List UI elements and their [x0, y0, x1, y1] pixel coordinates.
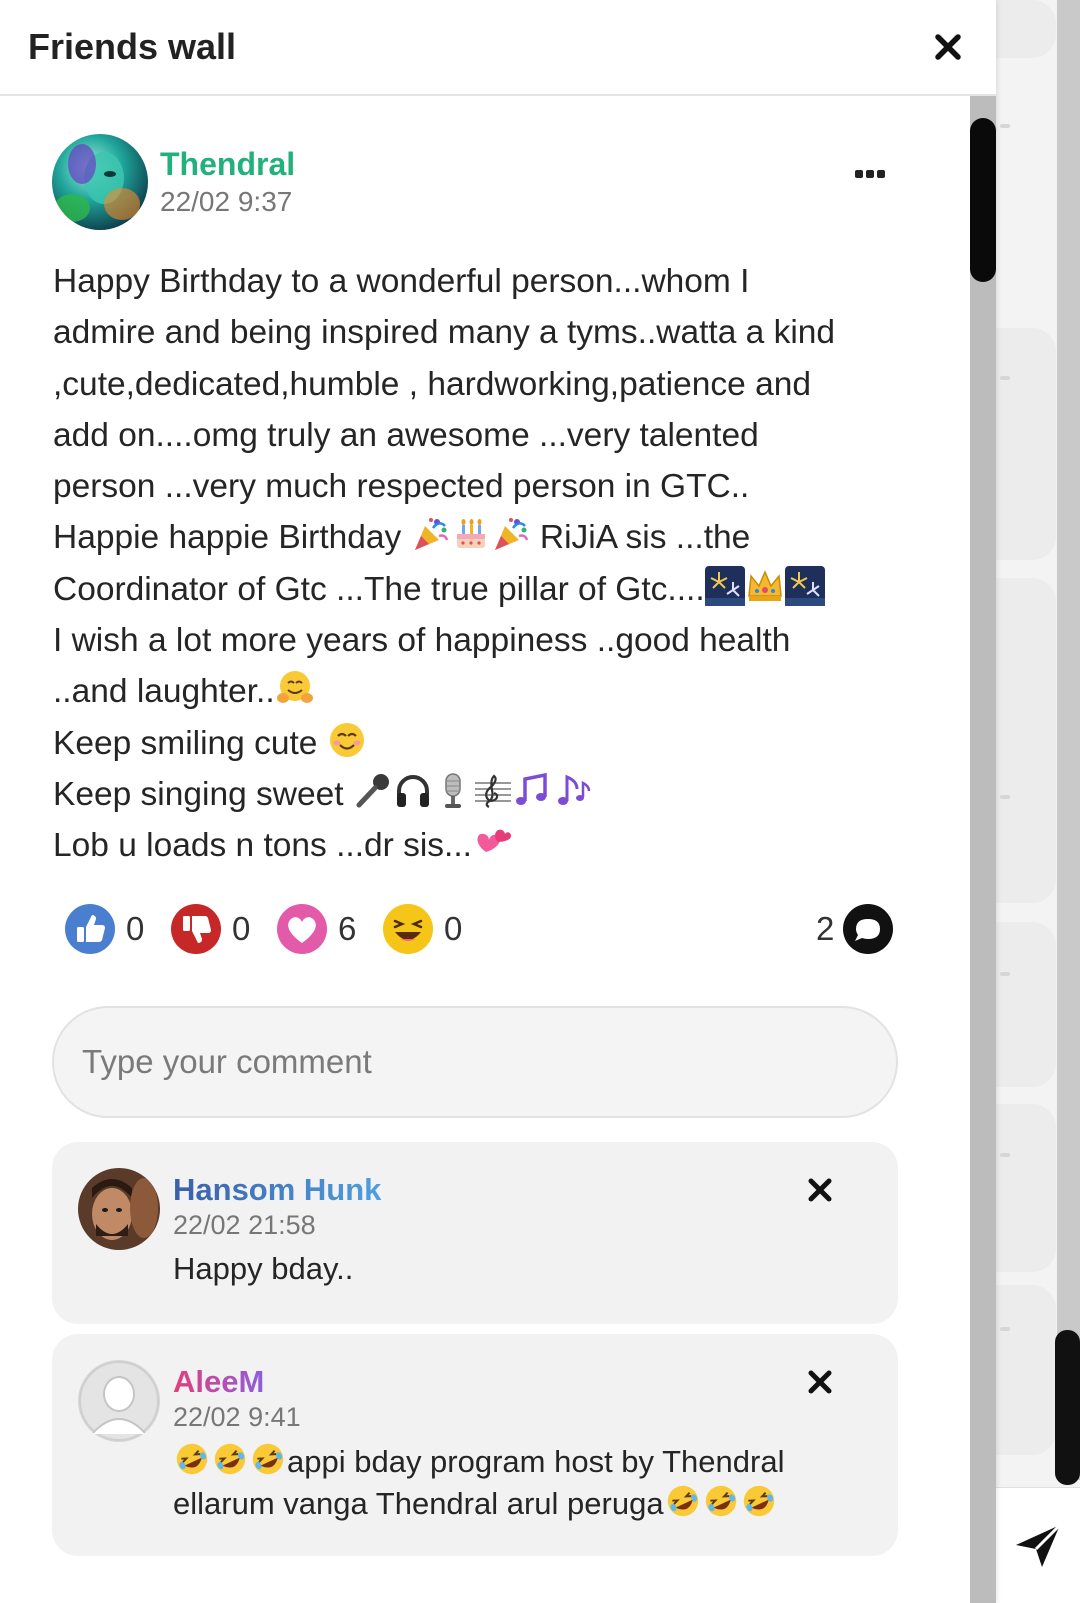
delete-comment-button[interactable]	[802, 1364, 838, 1400]
rofl-icon	[249, 1440, 287, 1478]
background-card	[996, 578, 1056, 903]
close-button[interactable]	[928, 27, 968, 67]
close-icon	[808, 1178, 832, 1202]
post-line: ..and laughter..	[53, 666, 923, 717]
send-icon	[1016, 1523, 1062, 1567]
commenter-avatar[interactable]	[78, 1360, 160, 1442]
two-hearts-icon	[472, 822, 512, 862]
comment-timestamp: 22/02 21:58	[173, 1210, 316, 1240]
background-dots	[1000, 972, 1010, 976]
background-dots	[1000, 1153, 1010, 1157]
comment-timestamp: 22/02 9:41	[173, 1402, 301, 1432]
rofl-icon	[740, 1482, 778, 1520]
rofl-icon	[702, 1482, 740, 1520]
background-dots	[1000, 795, 1010, 799]
modal-header: Friends wall	[0, 0, 996, 96]
dislike-button[interactable]: 0	[170, 902, 250, 956]
musical-score-icon	[473, 771, 513, 811]
musical-note-icon	[553, 771, 593, 811]
microphone-icon	[353, 771, 393, 811]
delete-comment-button[interactable]	[802, 1172, 838, 1208]
comment-text: Happy bday..	[173, 1251, 354, 1286]
background-card	[996, 328, 1056, 560]
smiling-face-icon	[327, 720, 367, 760]
headphones-icon	[393, 771, 433, 811]
background-card	[996, 1104, 1056, 1272]
close-icon	[808, 1370, 832, 1394]
modal-content: Thendral 22/02 9:37 Happy Birthday to a …	[0, 98, 970, 1603]
background-card	[996, 0, 1056, 58]
background-card	[996, 1285, 1056, 1455]
more-options-button[interactable]	[848, 162, 892, 186]
heart-icon	[277, 904, 327, 954]
background-dots	[1000, 376, 1010, 380]
background-dots	[1000, 1327, 1010, 1331]
love-button[interactable]: 6	[276, 902, 356, 956]
comment-bubble-icon	[843, 904, 894, 954]
rofl-icon	[211, 1440, 249, 1478]
fireworks-icon	[705, 566, 745, 606]
close-icon	[935, 34, 961, 60]
post-header: Thendral 22/02 9:37	[52, 134, 922, 230]
love-count: 6	[338, 910, 357, 947]
more-icon	[855, 170, 863, 178]
studio-microphone-icon	[433, 771, 473, 811]
commenter-name[interactable]: AleeM	[173, 1364, 264, 1400]
post-line: ,cute,dedicated,humble , hardworking,pat…	[53, 365, 811, 403]
post-line: admire and being inspired many a tyms..w…	[53, 314, 836, 352]
comment-item: AleeM 22/02 9:41 appi bday program host …	[52, 1334, 898, 1556]
comment-count: 2	[816, 910, 835, 947]
dislike-count: 0	[232, 910, 251, 947]
commenter-name[interactable]: Hansom Hunk	[173, 1172, 381, 1208]
modal-title: Friends wall	[28, 26, 237, 67]
post-line: person ...very much respected person in …	[53, 468, 750, 506]
like-count: 0	[126, 910, 145, 947]
post-line: Keep singing sweet	[53, 769, 923, 820]
laugh-button[interactable]: 0	[382, 902, 462, 956]
party-popper-icon	[411, 514, 451, 554]
post-line: I wish a lot more years of happiness ..g…	[53, 622, 791, 660]
party-popper-icon	[491, 514, 531, 554]
post-line: Happie happie Birthday RiJiA sis ...the	[53, 512, 923, 563]
comment-input[interactable]	[52, 1006, 898, 1118]
thumbs-down-icon	[171, 904, 221, 954]
post-author-name[interactable]: Thendral	[160, 146, 295, 183]
background-scrollbar-track	[1057, 0, 1080, 1480]
post-line: Lob u loads n tons ...dr sis...	[53, 820, 923, 871]
reaction-bar: 0 0 6 0 2	[64, 902, 924, 958]
comments-button[interactable]: 2	[816, 902, 894, 956]
friends-wall-modal: Friends wall Thendral 22/02 9:37 Happy B…	[0, 0, 996, 1603]
comment-item: Hansom Hunk 22/02 21:58 Happy bday..	[52, 1142, 898, 1324]
background-dots	[1000, 124, 1010, 128]
avatar[interactable]	[52, 134, 148, 230]
rofl-icon	[664, 1482, 702, 1520]
post-line: Keep smiling cute	[53, 718, 923, 769]
musical-notes-icon	[513, 771, 553, 811]
post-timestamp: 22/02 9:37	[160, 186, 293, 217]
modal-scrollbar-thumb[interactable]	[970, 118, 996, 282]
comment-text: appi bday program host by Thendral ellar…	[173, 1440, 784, 1524]
post-line: add on....omg truly an awesome ...very t…	[53, 416, 759, 454]
laugh-count: 0	[444, 910, 463, 947]
background-card	[996, 922, 1056, 1087]
post-line: Coordinator of Gtc ...The true pillar of…	[53, 564, 923, 615]
crown-icon	[745, 566, 785, 606]
like-button[interactable]: 0	[64, 902, 144, 956]
background-scrollbar-thumb[interactable]	[1055, 1330, 1080, 1485]
birthday-cake-icon	[451, 514, 491, 554]
modal-scrollbar-track	[970, 96, 996, 1603]
commenter-avatar[interactable]	[78, 1168, 160, 1250]
thumbs-up-icon	[65, 904, 115, 954]
hugging-face-icon	[275, 668, 315, 708]
post-text: Happy Birthday to a wonderful person...w…	[53, 256, 923, 872]
laughing-emoji-icon	[383, 904, 433, 954]
rofl-icon	[173, 1440, 211, 1478]
post-line: Happy Birthday to a wonderful person...w…	[53, 263, 750, 300]
fireworks-icon	[785, 566, 825, 606]
send-button[interactable]	[996, 1487, 1080, 1603]
